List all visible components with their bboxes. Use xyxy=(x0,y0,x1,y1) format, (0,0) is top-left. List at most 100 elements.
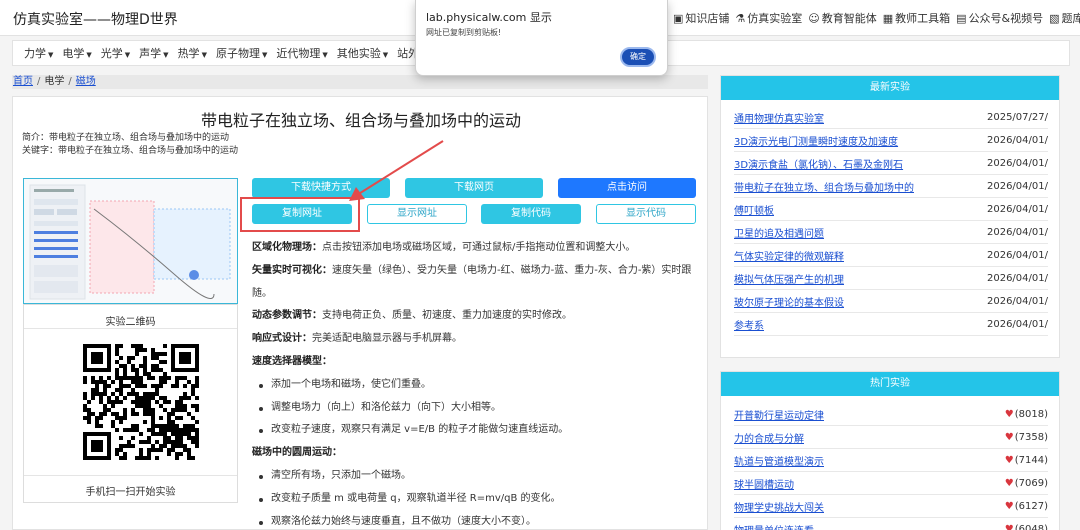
caret-down-icon: ▼ xyxy=(322,51,328,59)
hot-count-wrap: ♥(6048) xyxy=(1005,524,1048,530)
hot-count: (6127) xyxy=(1014,500,1048,512)
heart-icon: ♥ xyxy=(1004,431,1014,443)
feature-title: 响应式设计： xyxy=(252,333,312,345)
ai-icon: ☺ xyxy=(808,12,820,25)
visit-button[interactable]: 点击访问 xyxy=(558,178,696,198)
latest-link[interactable]: 3D演示食盐（氯化钠）、石墨及金刚石 xyxy=(734,156,903,171)
caret-down-icon: ▼ xyxy=(201,51,207,59)
top-link-label: 公众号&视频号 xyxy=(968,12,1044,25)
annotation-arrow-icon xyxy=(349,140,444,201)
copy-code-button[interactable]: 复制代码 xyxy=(481,204,581,224)
toolbox-icon: ▦ xyxy=(882,12,894,25)
show-code-button[interactable]: 显示代码 xyxy=(596,204,696,224)
latest-row: 气体实验定律的微观解释 2026/04/01/ xyxy=(734,244,1048,267)
nav-item-label: 光学 xyxy=(100,47,123,60)
top-link-1[interactable]: ▣ 知识店铺 xyxy=(673,10,729,26)
latest-date: 2026/04/01/ xyxy=(986,272,1048,284)
experiment-thumbnail[interactable] xyxy=(23,178,238,304)
hot-link[interactable]: 力的合成与分解 xyxy=(734,430,804,445)
latest-row: 傅叮顿板 2026/04/01/ xyxy=(734,198,1048,221)
article-panel: 带电粒子在独立场、组合场与叠加场中的运动 简介：带电粒子在独立场、组合场与叠加场… xyxy=(12,96,708,530)
hot-link[interactable]: 物理量单位连连看 xyxy=(734,522,814,530)
latest-link[interactable]: 傅叮顿板 xyxy=(734,202,774,217)
caret-down-icon: ▼ xyxy=(382,51,389,59)
latest-date: 2026/04/01/ xyxy=(986,134,1048,146)
latest-link[interactable]: 气体实验定律的微观解释 xyxy=(734,248,844,263)
nav-item-1[interactable]: 电学 ▼ xyxy=(62,45,91,61)
latest-date: 2026/04/01/ xyxy=(986,226,1048,238)
caret-down-icon: ▼ xyxy=(86,51,92,59)
page-title: 带电粒子在独立场、组合场与叠加场中的运动 xyxy=(200,111,521,130)
dialog-title: lab.physicalw.com 显示 xyxy=(426,11,552,24)
section-heading: 速度选择器模型： xyxy=(252,351,702,374)
hot-count-wrap: ♥(7358) xyxy=(1005,432,1048,443)
hot-link[interactable]: 物理学史挑战大闯关 xyxy=(734,499,824,514)
simulation-preview-image xyxy=(24,179,237,303)
hot-row: 球半圆槽运动 ♥(7069) xyxy=(734,472,1048,495)
latest-link[interactable]: 卫星的追及相遇问题 xyxy=(734,225,824,240)
question-icon: ▧ xyxy=(1049,12,1060,25)
latest-date: 2026/04/01/ xyxy=(986,203,1048,215)
heart-icon: ♥ xyxy=(1004,408,1014,420)
top-link-5[interactable]: ▤ 公众号&视频号 xyxy=(956,10,1043,26)
latest-date: 2026/04/01/ xyxy=(986,180,1048,192)
heart-icon: ♥ xyxy=(1004,477,1014,489)
article-keywords: 关键字：带电粒子在独立场、组合场与叠加场中的运动 xyxy=(22,146,239,156)
nav-item-0[interactable]: 力学 ▼ xyxy=(24,45,53,61)
latest-link[interactable]: 参考系 xyxy=(734,317,764,332)
show-url-button[interactable]: 显示网址 xyxy=(367,204,467,224)
latest-link[interactable]: 模拟气体压强产生的机理 xyxy=(734,271,844,286)
store-icon: ▣ xyxy=(673,12,684,25)
bullet-item: 改变粒子速度，观察只有满足 v=E/B 的粒子才能做匀速直线运动。 xyxy=(252,419,702,442)
dialog-message: 网址已复制到剪贴板! xyxy=(426,28,502,37)
caret-down-icon: ▼ xyxy=(261,51,268,59)
top-link-4[interactable]: ▦ 教师工具箱 xyxy=(883,10,950,26)
dialog-ok-button[interactable]: 确定 xyxy=(620,47,656,67)
hot-row: 轨道与管道模型演示 ♥(7144) xyxy=(734,449,1048,472)
latest-row: 3D演示食盐（氯化钠）、石墨及金刚石 2026/04/01/ xyxy=(734,152,1048,175)
hot-link[interactable]: 开普勒行星运动定律 xyxy=(734,407,824,422)
top-link-6[interactable]: ▧ 题库 xyxy=(1049,10,1080,26)
feature-line: 区域化物理场：点击按钮添加电场或磁场区域，可通过鼠标/手指拖动位置和调整大小。 xyxy=(252,237,702,260)
feature-text: 完美适配电脑显示器与手机屏幕。 xyxy=(312,333,462,345)
nav-item-label: 热学 xyxy=(177,47,200,60)
latest-row: 3D演示光电门测量瞬时速度及加速度 2026/04/01/ xyxy=(734,129,1048,152)
feature-line: 矢量实时可视化：速度矢量（绿色）、受力矢量（电场力-红、磁场力-蓝、重力-灰、合… xyxy=(252,260,702,306)
latest-link[interactable]: 带电粒子在独立场、组合场与叠加场中的 xyxy=(734,179,914,194)
nav-item-2[interactable]: 光学 ▼ xyxy=(101,45,130,61)
top-link-label: 教育智能体 xyxy=(821,12,877,25)
hot-count-wrap: ♥(6127) xyxy=(1005,501,1048,512)
latest-date: 2026/04/01/ xyxy=(986,157,1048,169)
hot-row: 物理量单位连连看 ♥(6048) xyxy=(734,518,1048,530)
nav-item-label: 电学 xyxy=(62,47,85,60)
nav-item-3[interactable]: 声学 ▼ xyxy=(139,45,168,61)
heart-icon: ♥ xyxy=(1004,500,1014,512)
latest-row: 模拟气体压强产生的机理 2026/04/01/ xyxy=(734,267,1048,290)
nav-item-label: 声学 xyxy=(139,47,162,60)
latest-link[interactable]: 玻尔原子理论的基本假设 xyxy=(734,294,844,309)
top-link-3[interactable]: ☺ 教育智能体 xyxy=(808,10,876,26)
highlight-box xyxy=(240,197,360,232)
latest-link[interactable]: 3D演示光电门测量瞬时速度及加速度 xyxy=(734,133,898,148)
latest-link[interactable]: 通用物理仿真实验室 xyxy=(734,110,824,125)
top-link-2[interactable]: ⚗ 仿真实验室 xyxy=(735,10,802,26)
nav-item-5[interactable]: 原子物理 ▼ xyxy=(216,45,267,61)
nav-item-6[interactable]: 近代物理 ▼ xyxy=(276,45,327,61)
bullet-item: 清空所有场，只添加一个磁场。 xyxy=(252,465,702,488)
hot-link[interactable]: 球半圆槽运动 xyxy=(734,476,794,491)
top-link-label: 仿真实验室 xyxy=(747,12,803,25)
feature-text: 支持电荷正负、质量、初速度、重力加速度的实时修改。 xyxy=(322,310,572,322)
site-title[interactable]: 仿真实验室——物理D世界 xyxy=(13,9,178,29)
latest-date: 2026/04/01/ xyxy=(986,295,1048,307)
breadcrumb-sub[interactable]: 磁场 xyxy=(76,76,96,87)
hot-row: 力的合成与分解 ♥(7358) xyxy=(734,426,1048,449)
nav-item-4[interactable]: 热学 ▼ xyxy=(178,45,207,61)
latest-row: 参考系 2026/04/01/ xyxy=(734,313,1048,336)
hot-link[interactable]: 轨道与管道模型演示 xyxy=(734,453,824,468)
breadcrumb-home[interactable]: 首页 xyxy=(13,76,33,87)
nav-item-7[interactable]: 其他实验 ▼ xyxy=(337,45,388,61)
feature-text: 点击按钮添加电场或磁场区域，可通过鼠标/手指拖动位置和调整大小。 xyxy=(322,242,636,253)
latest-date: 2026/04/01/ xyxy=(986,249,1048,261)
bullet-item: 改变粒子质量 m 或电荷量 q，观察轨道半径 R=mv/qB 的变化。 xyxy=(252,488,702,511)
hot-count-wrap: ♥(7144) xyxy=(1005,455,1048,466)
